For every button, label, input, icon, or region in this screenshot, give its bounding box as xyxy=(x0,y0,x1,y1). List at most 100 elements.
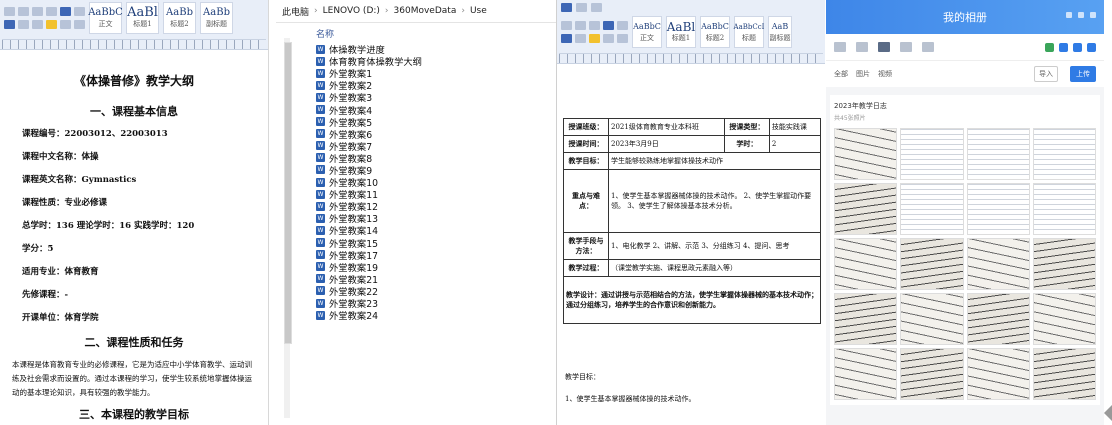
style-normal[interactable]: AaBbC 正文 xyxy=(88,2,123,34)
photo-thumbnail[interactable] xyxy=(834,128,898,180)
file-list-item[interactable]: W 外堂教案4 xyxy=(276,103,544,117)
download-icon[interactable] xyxy=(1073,42,1082,52)
multilevel-list-icon[interactable] xyxy=(32,7,43,16)
paragraph-mark-icon[interactable] xyxy=(74,7,85,16)
photo-thumbnail[interactable] xyxy=(966,183,1030,235)
grid-icon[interactable] xyxy=(856,42,868,52)
photo-thumbnail[interactable] xyxy=(900,128,964,180)
photo-thumbnail[interactable] xyxy=(1032,238,1096,290)
indent-icon[interactable] xyxy=(589,21,600,30)
shading-icon[interactable] xyxy=(589,34,600,43)
breadcrumb-item[interactable]: Use xyxy=(470,6,487,16)
cloud-icon[interactable] xyxy=(1059,42,1068,52)
line-spacing-icon[interactable] xyxy=(617,34,628,43)
table-value[interactable]: 技能实践课 xyxy=(768,118,822,136)
filter-tab[interactable]: 视频 xyxy=(878,69,892,79)
menu-icon[interactable] xyxy=(1087,42,1096,52)
table-value[interactable]: 2023年3月9日 xyxy=(608,135,725,153)
sort-icon[interactable] xyxy=(603,21,614,30)
style-heading2[interactable]: AaBb 标题2 xyxy=(163,2,196,34)
table-value[interactable]: 2021级体育教育专业本科班 xyxy=(608,118,725,136)
table-value[interactable]: 1、使学生基本掌握器械体操的技术动作。 2、使学生掌握动作要领。 3、使学生了解… xyxy=(608,169,821,233)
align-left-icon[interactable] xyxy=(561,34,572,43)
border-icon[interactable] xyxy=(60,20,71,29)
bullet-list-icon[interactable] xyxy=(4,7,15,16)
border-icon[interactable] xyxy=(603,34,614,43)
align-left-icon[interactable] xyxy=(4,20,15,29)
file-list-item[interactable]: W 外堂教案19 xyxy=(276,261,544,274)
file-list-item[interactable]: W 外堂教案12 xyxy=(276,200,544,213)
filter-tab[interactable]: 图片 xyxy=(856,69,870,79)
tab-icon[interactable] xyxy=(561,2,572,12)
table-value[interactable]: 2 xyxy=(768,135,822,153)
collapse-arrow-icon[interactable] xyxy=(1104,405,1112,421)
horizontal-ruler[interactable] xyxy=(2,39,266,49)
sort-icon[interactable] xyxy=(60,7,71,16)
style-subtitle[interactable]: AaB 副标题 xyxy=(768,16,792,48)
file-list-item[interactable]: W 外堂教案8 xyxy=(276,152,544,165)
file-list-item[interactable]: W 外堂教案13 xyxy=(276,212,544,225)
number-list-icon[interactable] xyxy=(18,7,29,16)
tab-icon[interactable] xyxy=(591,2,602,12)
style-heading1[interactable]: AaBl 标题1 xyxy=(666,16,696,48)
paragraph-mark-icon[interactable] xyxy=(617,21,628,30)
file-list-item[interactable]: W 外堂教案24 xyxy=(276,309,544,322)
align-center-icon[interactable] xyxy=(18,20,29,29)
style-title[interactable]: AaBbCcI 标题 xyxy=(734,16,764,48)
import-button[interactable]: 导入 xyxy=(1034,66,1058,82)
indent-icon[interactable] xyxy=(46,7,57,16)
photo-thumbnail[interactable] xyxy=(900,348,964,400)
file-list-item[interactable]: W 外堂教案9 xyxy=(276,164,544,177)
photo-thumbnail[interactable] xyxy=(834,348,898,400)
file-list-item[interactable]: W 外堂教案11 xyxy=(276,188,544,201)
shading-icon[interactable] xyxy=(46,20,57,29)
photo-thumbnail[interactable] xyxy=(834,293,898,345)
style-heading2[interactable]: AaBbC 标题2 xyxy=(700,16,730,48)
home-icon[interactable] xyxy=(834,42,846,52)
file-list-item[interactable]: W 外堂教案10 xyxy=(276,176,544,189)
align-center-icon[interactable] xyxy=(575,34,586,43)
table-value[interactable]: 学生能够较熟练地掌握体操技术动作 xyxy=(608,152,821,170)
file-list-item[interactable]: W 外堂教案23 xyxy=(276,297,544,310)
file-list-item[interactable]: W 外堂教案14 xyxy=(276,224,544,237)
table-value[interactable]: 1、电化教学 2、讲解、示范 3、分组练习 4、提问、思考 xyxy=(608,232,821,260)
photo-thumbnail[interactable] xyxy=(966,238,1030,290)
number-list-icon[interactable] xyxy=(575,21,586,30)
file-list-item[interactable]: W 外堂教案5 xyxy=(276,116,544,129)
photo-thumbnail[interactable] xyxy=(966,293,1030,345)
bullet-list-icon[interactable] xyxy=(561,21,572,30)
file-list-item[interactable]: W 外堂教案6 xyxy=(276,128,544,141)
style-normal[interactable]: AaBbC 正文 xyxy=(632,16,662,48)
share-icon[interactable] xyxy=(900,42,912,52)
file-list-item[interactable]: W 外堂教案3 xyxy=(276,91,544,104)
file-list-item[interactable]: W 体育教育体操教学大纲 xyxy=(276,55,544,68)
photo-thumbnail[interactable] xyxy=(966,128,1030,180)
line-spacing-icon[interactable] xyxy=(74,20,85,29)
file-list-item[interactable]: W 外堂教案1 xyxy=(276,67,544,80)
photo-thumbnail[interactable] xyxy=(1032,293,1096,345)
file-list-item[interactable]: W 外堂教案21 xyxy=(276,273,544,286)
file-list-item[interactable]: W 外堂教案7 xyxy=(276,140,544,153)
file-list-item[interactable]: W 外堂教案15 xyxy=(276,237,544,250)
align-right-icon[interactable] xyxy=(32,20,43,29)
photo-thumbnail[interactable] xyxy=(1032,348,1096,400)
photo-thumbnail[interactable] xyxy=(900,293,964,345)
maximize-icon[interactable] xyxy=(1078,12,1084,18)
close-icon[interactable] xyxy=(1090,12,1096,18)
photo-thumbnail[interactable] xyxy=(834,238,898,290)
style-subtitle[interactable]: AaBb 副标题 xyxy=(200,2,233,34)
file-list-item[interactable]: W 外堂教案17 xyxy=(276,249,544,262)
minimize-icon[interactable] xyxy=(1066,12,1072,18)
photo-thumbnail[interactable] xyxy=(1032,128,1096,180)
phone-icon[interactable] xyxy=(1045,42,1054,52)
column-header-name[interactable]: 名称 xyxy=(276,23,558,44)
table-value[interactable]: 教学设计：通过讲授与示范相结合的方法，使学生掌握体操器械的基本技术动作；通过分组… xyxy=(563,276,821,324)
breadcrumb-item[interactable]: 此电脑 xyxy=(282,5,309,18)
photo-thumbnail[interactable] xyxy=(834,183,898,235)
breadcrumb-item[interactable]: 360MoveData xyxy=(394,6,457,16)
album-icon[interactable] xyxy=(878,42,890,52)
breadcrumb-item[interactable]: LENOVO (D:) xyxy=(323,6,380,16)
photo-thumbnail[interactable] xyxy=(900,183,964,235)
filter-tab[interactable]: 全部 xyxy=(834,69,848,79)
file-list-item[interactable]: W 外堂教案22 xyxy=(276,285,544,298)
